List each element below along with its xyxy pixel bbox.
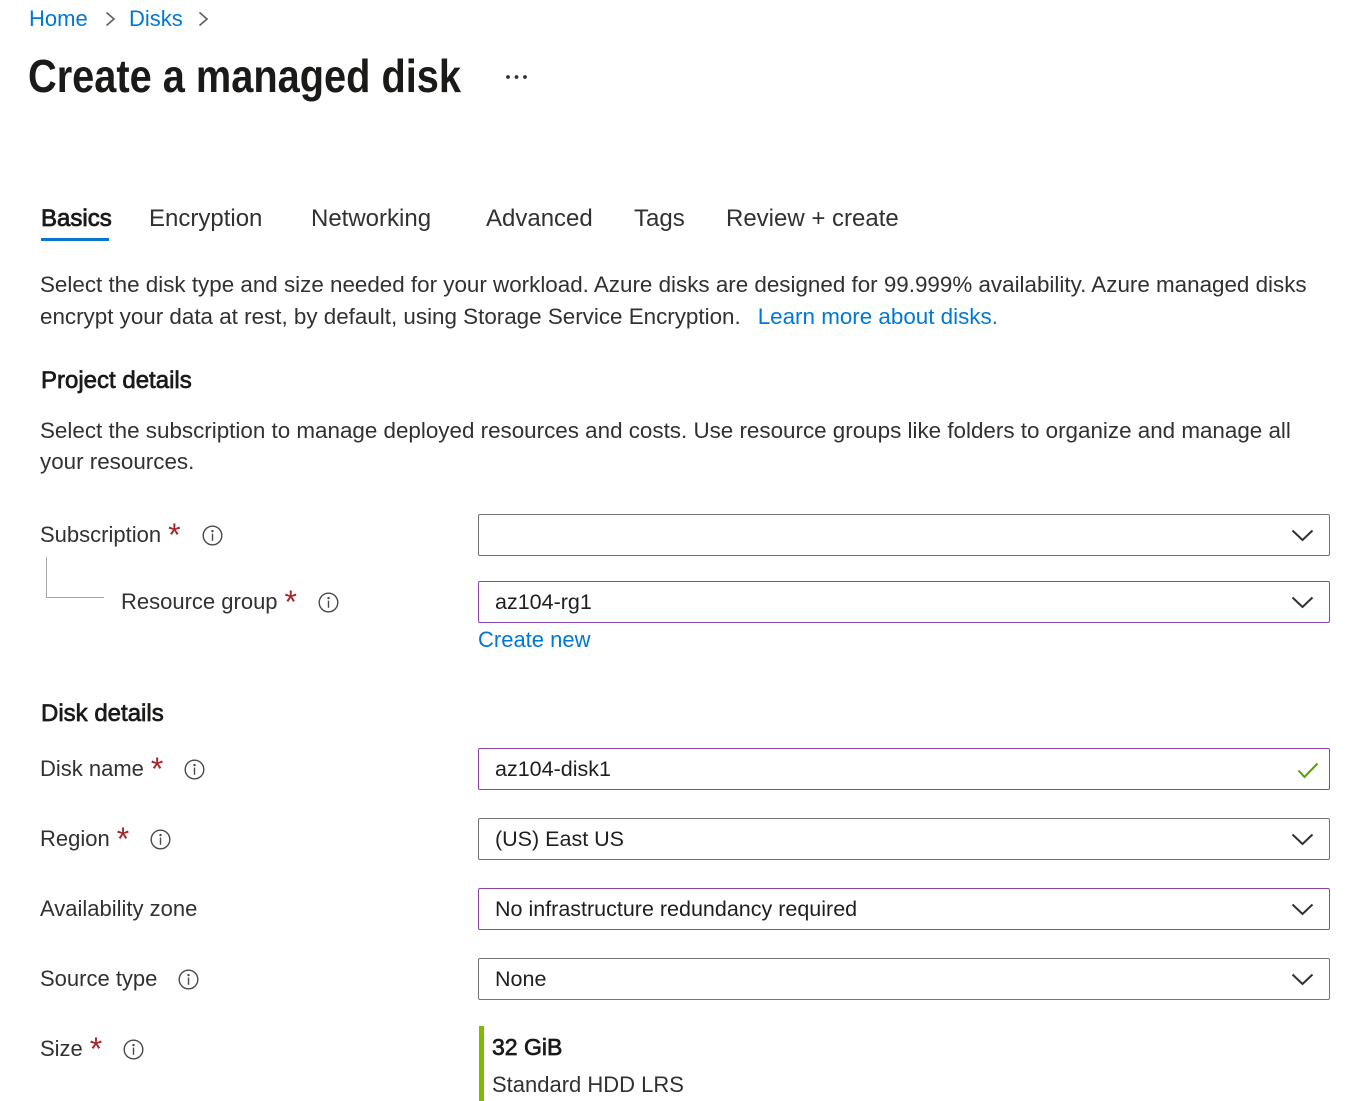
svg-text:Create a managed disk: Create a managed disk <box>28 50 461 102</box>
